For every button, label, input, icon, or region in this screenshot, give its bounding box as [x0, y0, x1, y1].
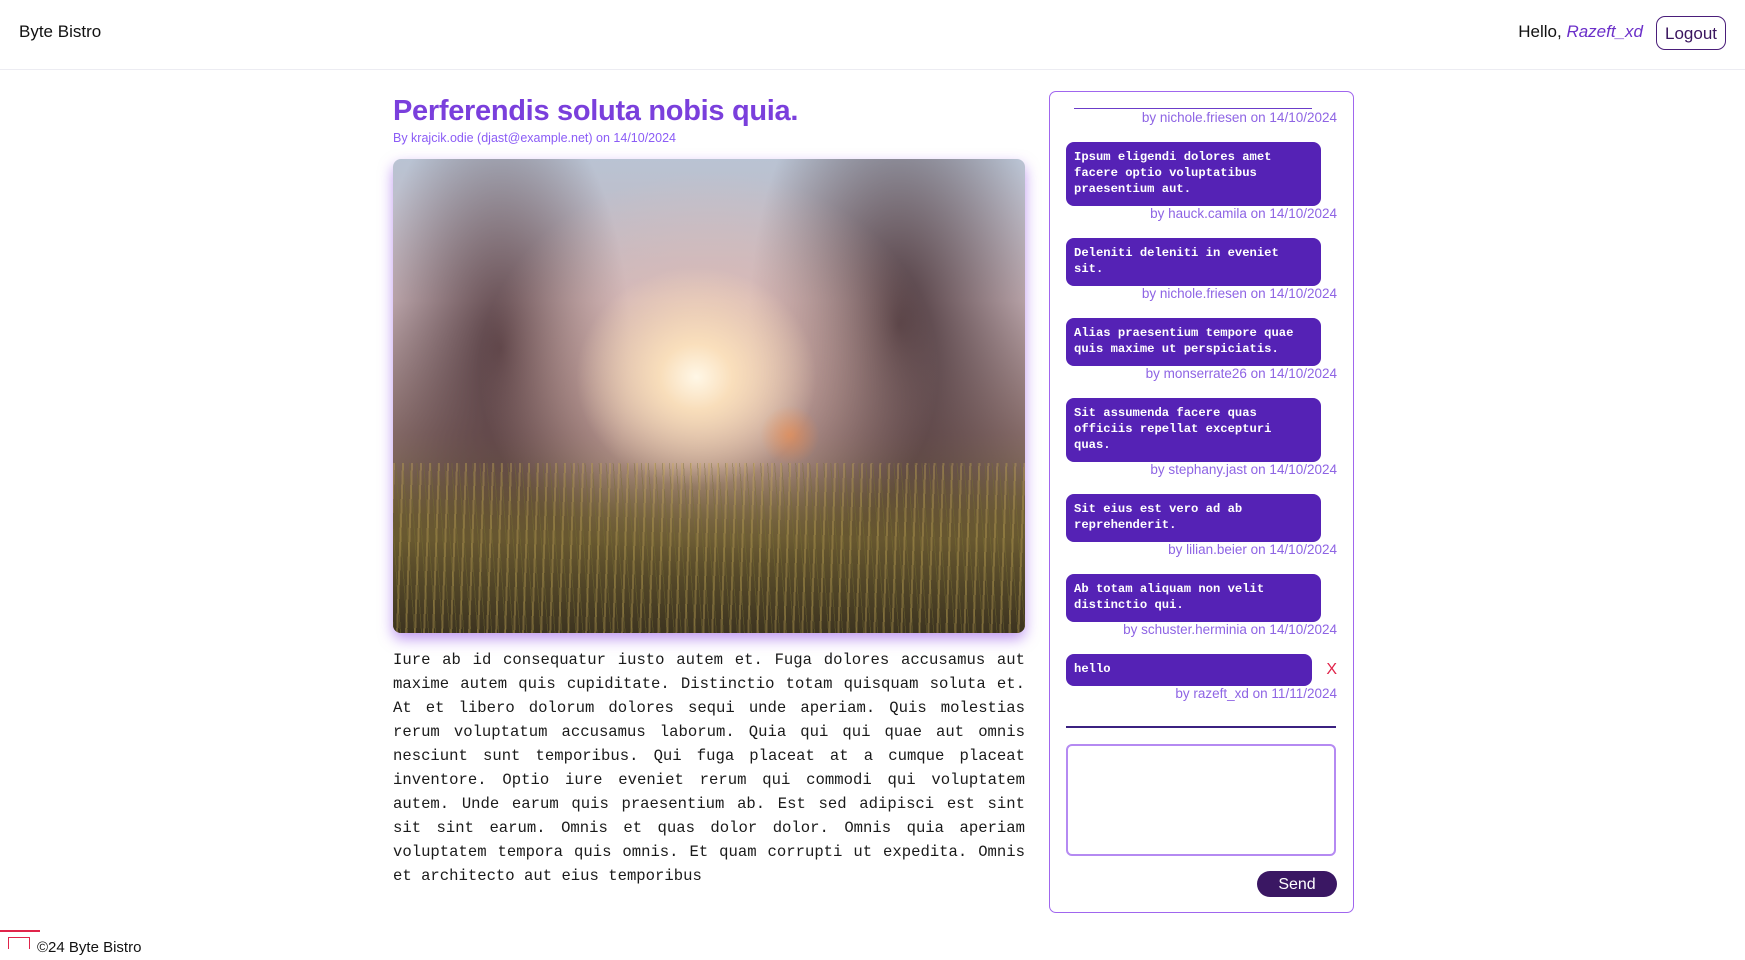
comment-bubble: Alias praesentium tempore quae quis maxi… — [1066, 318, 1321, 366]
comment-meta: by monserrate26 on 14/10/2024 — [1145, 366, 1337, 381]
grass-foreground — [393, 463, 1025, 633]
lens-flare — [759, 405, 820, 466]
comments-list[interactable]: by nichole.friesen on 14/10/2024 Ipsum e… — [1050, 92, 1353, 710]
brand-name[interactable]: Byte Bistro — [19, 22, 101, 42]
comment-meta: by hauck.camila on 14/10/2024 — [1150, 206, 1337, 221]
comment-meta: by schuster.herminia on 14/10/2024 — [1123, 622, 1337, 637]
article-byline: By krajcik.odie (djast@example.net) on 1… — [393, 131, 676, 145]
list-top-divider — [1074, 108, 1312, 109]
comment-bubble: Deleniti deleniti in eveniet sit. — [1066, 238, 1321, 286]
footer-accent-line — [0, 930, 40, 932]
article-title: Perferendis soluta nobis quia. — [393, 95, 799, 127]
comment-meta: by lilian.beier on 14/10/2024 — [1168, 542, 1337, 557]
footer-text: ©24 Byte Bistro — [37, 939, 142, 956]
comment-meta: by nichole.friesen on 14/10/2024 — [1141, 110, 1337, 125]
footer: ©24 Byte Bistro — [0, 930, 200, 960]
comment-bubble: Ab totam aliquam non velit distinctio qu… — [1066, 574, 1321, 622]
comment-bubble: Ipsum eligendi dolores amet facere optio… — [1066, 142, 1321, 206]
article-body: Iure ab id consequatur iusto autem et. F… — [393, 651, 1025, 885]
composer-divider — [1066, 726, 1336, 728]
comment-bubble: hello — [1066, 654, 1312, 686]
greeting-prefix: Hello, — [1518, 22, 1567, 41]
comment-bubble: Sit assumenda facere quas officiis repel… — [1066, 398, 1321, 462]
top-navbar: Byte Bistro Hello, Razeft_xd Logout — [0, 0, 1745, 70]
user-greeting: Hello, Razeft_xd — [1518, 22, 1643, 42]
delete-comment-button[interactable]: X — [1326, 661, 1337, 679]
username: Razeft_xd — [1566, 22, 1643, 41]
comment-meta: by razeft_xd on 11/11/2024 — [1175, 686, 1337, 701]
laravel-logo-icon — [8, 937, 30, 949]
article-hero-image — [393, 159, 1025, 633]
comment-meta: by nichole.friesen on 14/10/2024 — [1141, 286, 1337, 301]
comments-panel: by nichole.friesen on 14/10/2024 Ipsum e… — [1049, 91, 1354, 913]
comment-bubble: Sit eius est vero ad ab reprehenderit. — [1066, 494, 1321, 542]
logout-button[interactable]: Logout — [1656, 16, 1726, 50]
comment-input[interactable] — [1066, 744, 1336, 856]
send-button[interactable]: Send — [1257, 871, 1337, 897]
article: Perferendis soluta nobis quia. By krajci… — [393, 95, 1025, 888]
comment-meta: by stephany.jast on 14/10/2024 — [1150, 462, 1337, 477]
